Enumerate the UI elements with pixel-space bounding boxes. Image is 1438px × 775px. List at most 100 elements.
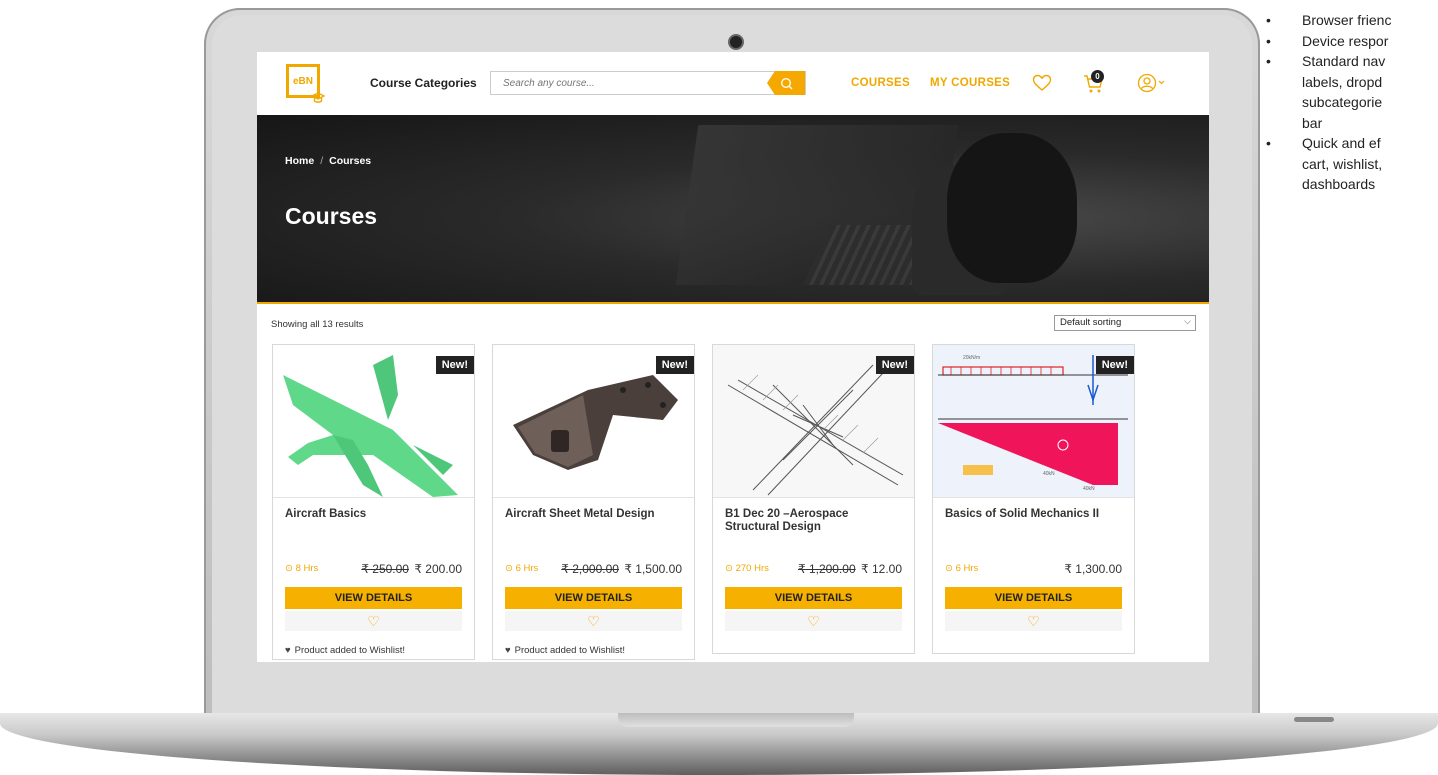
sort-select[interactable]: Default sorting ⌵ <box>1054 315 1196 331</box>
hero-person-head <box>947 133 1077 283</box>
svg-text:40kN: 40kN <box>1083 486 1095 492</box>
breadcrumb-separator: / <box>320 155 324 167</box>
add-to-wishlist-button[interactable]: ♡ <box>285 611 462 631</box>
breadcrumb-current: Courses <box>329 155 372 167</box>
add-to-wishlist-button[interactable]: ♡ <box>945 611 1122 631</box>
course-card[interactable]: New! B1 Dec 20 –Aerospace Structural Des… <box>712 344 915 654</box>
view-details-button[interactable]: VIEW DETAILS <box>945 587 1122 609</box>
site-logo[interactable]: eBN <box>286 64 326 103</box>
bullet-text: subcategorie <box>1302 94 1383 110</box>
graduation-cap-icon <box>310 92 326 104</box>
add-to-wishlist-button[interactable]: ♡ <box>505 611 682 631</box>
search-input[interactable] <box>491 72 791 94</box>
course-thumbnail[interactable]: New! <box>493 345 694 497</box>
old-price: ₹ 250.00 <box>361 562 409 576</box>
bullet-item: labels, dropd <box>1302 72 1438 93</box>
course-card[interactable]: New! Aircraft Sheet Metal Design ⊙ 6 Hrs… <box>492 344 695 660</box>
nav-my-courses[interactable]: MY COURSES <box>930 77 1010 89</box>
course-card[interactable]: New! Aircraft Basics ⊙ 8 Hrs ₹ 250.00 ₹ … <box>272 344 475 660</box>
bullet-text: Quick and ef <box>1302 135 1381 151</box>
sort-value: Default sorting <box>1060 317 1122 328</box>
duration-value: 270 Hrs <box>735 563 769 574</box>
page-title: Courses <box>285 203 378 229</box>
bullet-text: Standard nav <box>1302 53 1386 69</box>
bullet-text: cart, wishlist, <box>1302 155 1383 172</box>
hero-banner: Home / Courses Courses <box>257 115 1209 302</box>
webcam <box>730 36 742 48</box>
site-header: eBN Course Categories COURSES MY COURSES… <box>257 52 1209 115</box>
svg-text:20kN/m: 20kN/m <box>963 355 980 361</box>
bullet-item: subcategorie <box>1302 92 1438 113</box>
bullet-text: dashboards <box>1302 176 1376 192</box>
course-price: ₹ 2,000.00 ₹ 1,500.00 <box>561 562 682 576</box>
course-duration: ⊙ 8 Hrs <box>285 563 318 574</box>
current-price: ₹ 12.00 <box>861 562 902 576</box>
svg-text:40kN: 40kN <box>1043 471 1055 477</box>
current-price: ₹ 200.00 <box>414 562 462 576</box>
course-title[interactable]: Basics of Solid Mechanics II <box>945 508 1125 521</box>
course-categories-menu[interactable]: Course Categories <box>370 76 477 90</box>
feature-bullets: • Browser frienc • Device respor • Standard… <box>1260 0 1438 195</box>
heart-icon: ♡ <box>807 612 820 629</box>
duration-value: 6 Hrs <box>955 563 979 574</box>
course-title[interactable]: Aircraft Sheet Metal Design <box>505 508 685 521</box>
course-duration: ⊙ 6 Hrs <box>945 563 978 574</box>
website-screen: eBN Course Categories COURSES MY COURSES… <box>257 52 1209 662</box>
heart-icon: ♡ <box>1027 612 1040 629</box>
nav-courses[interactable]: COURSES <box>851 77 910 89</box>
breadcrumb-home[interactable]: Home <box>285 155 314 167</box>
duration-value: 6 Hrs <box>515 563 539 574</box>
course-price: ₹ 1,200.00 ₹ 12.00 <box>798 562 902 576</box>
heart-icon: ♡ <box>367 612 380 629</box>
laptop-port <box>1294 717 1334 722</box>
clock-icon: ⊙ <box>285 563 296 574</box>
view-details-button[interactable]: VIEW DETAILS <box>725 587 902 609</box>
wishlist-button[interactable] <box>1032 74 1052 95</box>
course-price: ₹ 250.00 ₹ 200.00 <box>361 562 462 576</box>
wishlist-notice: ♥ Product added to Wishlist! <box>285 645 405 656</box>
search-button[interactable] <box>767 71 805 95</box>
course-card-body: Aircraft Basics ⊙ 8 Hrs ₹ 250.00 ₹ 200.0… <box>273 497 474 656</box>
heart-icon: ♡ <box>587 612 600 629</box>
bullet-item: • Device respor <box>1266 32 1389 49</box>
course-card[interactable]: 20kN/m 40kN 40kN New! Basics of Solid Mech… <box>932 344 1135 654</box>
course-card-body: Basics of Solid Mechanics II ⊙ 6 Hrs ₹ 1… <box>933 497 1134 631</box>
heart-filled-icon: ♥ <box>505 645 511 656</box>
new-badge: New! <box>655 356 694 374</box>
breadcrumb: Home / Courses <box>285 155 371 167</box>
new-badge: New! <box>435 356 474 374</box>
clock-icon: ⊙ <box>725 563 736 574</box>
bullet-item: cart, wishlist, <box>1302 154 1438 175</box>
bullet-item: • Quick and ef <box>1266 135 1381 151</box>
course-card-body: B1 Dec 20 –Aerospace Structural Design ⊙… <box>713 497 914 631</box>
wishlist-notice: ♥ Product added to Wishlist! <box>505 645 625 656</box>
course-price: ₹ 1,300.00 <box>1064 562 1122 576</box>
old-price: ₹ 2,000.00 <box>561 562 619 576</box>
clock-icon: ⊙ <box>945 563 956 574</box>
view-details-button[interactable]: VIEW DETAILS <box>505 587 682 609</box>
old-price: ₹ 1,200.00 <box>797 562 856 576</box>
chevron-down-icon: ⌵ <box>1184 316 1191 326</box>
wishlist-message: Product added to Wishlist! <box>514 645 625 656</box>
view-details-button[interactable]: VIEW DETAILS <box>285 587 462 609</box>
bullet-text: Browser frienc <box>1302 12 1392 28</box>
add-to-wishlist-button[interactable]: ♡ <box>725 611 902 631</box>
clock-icon: ⊙ <box>505 563 516 574</box>
course-duration: ⊙ 6 Hrs <box>505 563 538 574</box>
current-price: ₹ 1,300.00 <box>1064 562 1122 576</box>
course-thumbnail[interactable]: New! <box>713 345 914 497</box>
user-menu-button[interactable] <box>1137 73 1167 96</box>
course-thumbnail[interactable]: New! <box>273 345 474 497</box>
course-duration: ⊙ 270 Hrs <box>725 563 769 574</box>
course-title[interactable]: Aircraft Basics <box>285 508 465 521</box>
bullet-item: dashboards <box>1302 174 1438 195</box>
search-bar <box>490 71 806 95</box>
hero-divider <box>257 302 1209 304</box>
course-thumbnail[interactable]: 20kN/m 40kN 40kN New! <box>933 345 1134 497</box>
new-badge: New! <box>875 356 914 374</box>
course-title[interactable]: B1 Dec 20 –Aerospace Structural Design <box>725 508 905 534</box>
results-count: Showing all 13 results <box>271 319 364 330</box>
laptop-notch <box>618 713 854 727</box>
bullet-item: • Standard nav <box>1266 53 1386 69</box>
duration-value: 8 Hrs <box>295 563 319 574</box>
